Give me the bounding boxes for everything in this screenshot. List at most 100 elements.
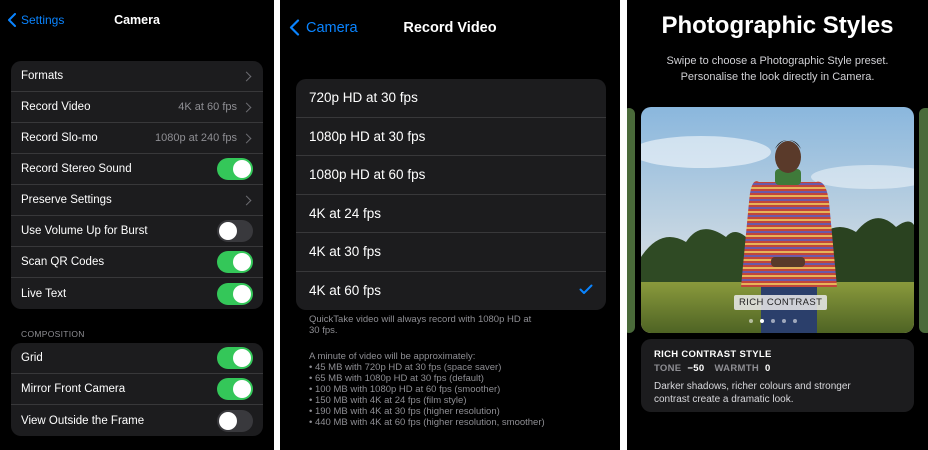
toggle-switch[interactable] bbox=[217, 409, 253, 432]
size-list-item: • 45 MB with 720p HD at 30 fps (space sa… bbox=[309, 362, 502, 373]
settings-row-formats[interactable]: Formats bbox=[11, 61, 263, 92]
size-list-item: • 65 MB with 1080p HD at 30 fps (default… bbox=[309, 373, 484, 384]
toggle-switch[interactable] bbox=[217, 347, 253, 369]
toggle-switch[interactable] bbox=[217, 282, 253, 305]
settings-row-record-stereo-sound[interactable]: Record Stereo Sound bbox=[11, 154, 263, 185]
checkmark-icon bbox=[579, 282, 593, 299]
format-option-720p-hd-at-30-fps[interactable]: 720p HD at 30 fps bbox=[296, 79, 606, 118]
option-label: 1080p HD at 30 fps bbox=[309, 128, 426, 144]
toggle-knob bbox=[233, 253, 251, 271]
size-list-item: • 440 MB with 4K at 60 fps (higher resol… bbox=[309, 417, 545, 428]
toggle-switch[interactable] bbox=[217, 158, 253, 180]
option-label: 4K at 60 fps bbox=[309, 283, 382, 299]
video-format-list: 720p HD at 30 fps 1080p HD at 30 fps 1080p… bbox=[296, 79, 606, 310]
toggle-knob bbox=[219, 222, 237, 240]
page-dot[interactable] bbox=[760, 319, 764, 323]
toggle-knob bbox=[233, 160, 251, 178]
page-title: Photographic Styles bbox=[661, 12, 894, 39]
chevron-right-icon bbox=[241, 71, 252, 81]
format-option-1080p-hd-at-30-fps[interactable]: 1080p HD at 30 fps bbox=[296, 118, 606, 156]
format-option-4k-at-30-fps[interactable]: 4K at 30 fps bbox=[296, 233, 606, 272]
toggle-knob bbox=[233, 349, 251, 367]
warmth-value: 0 bbox=[764, 363, 771, 374]
subtitle-line: Personalise the look directly in Camera. bbox=[680, 71, 875, 83]
style-parameters: TONE −50 WARMTH 0 bbox=[654, 363, 781, 374]
chevron-right-icon bbox=[241, 133, 252, 143]
toggle-switch[interactable] bbox=[217, 220, 253, 242]
toggle-knob bbox=[233, 284, 251, 303]
settings-row-preserve-settings[interactable]: Preserve Settings bbox=[11, 185, 263, 216]
row-label: Record Slo-mo bbox=[21, 132, 98, 144]
page-dot[interactable] bbox=[793, 319, 797, 323]
subtitle-line: Swipe to choose a Photographic Style pre… bbox=[666, 55, 889, 67]
row-label: Preserve Settings bbox=[21, 194, 112, 206]
row-label: Scan QR Codes bbox=[21, 256, 105, 268]
record-video-screen: Camera Record Video 720p HD at 30 fps 108… bbox=[280, 0, 620, 450]
quicktake-note: QuickTake video will always record with … bbox=[309, 314, 599, 336]
size-list: • 45 MB with 720p HD at 30 fps (space sa… bbox=[309, 362, 599, 428]
toggle-switch[interactable] bbox=[217, 251, 253, 273]
row-label: Live Text bbox=[21, 287, 67, 300]
format-option-1080p-hd-at-60-fps[interactable]: 1080p HD at 60 fps bbox=[296, 156, 606, 195]
tone-value: −50 bbox=[687, 363, 705, 374]
tone-label: TONE bbox=[654, 363, 682, 374]
warmth-label: WARMTH bbox=[714, 363, 759, 374]
description-line: Darker shadows, richer colours and stron… bbox=[654, 381, 851, 392]
toggle-knob bbox=[233, 380, 251, 398]
size-list-item: • 190 MB with 4K at 30 fps (higher resol… bbox=[309, 406, 500, 417]
settings-row-use-volume-up-for-burst[interactable]: Use Volume Up for Burst bbox=[11, 216, 263, 247]
option-label: 720p HD at 30 fps bbox=[309, 90, 418, 106]
page-dot[interactable] bbox=[749, 319, 753, 323]
format-option-4k-at-60-fps[interactable]: 4K at 60 fps bbox=[296, 272, 606, 311]
row-label: View Outside the Frame bbox=[21, 414, 145, 427]
camera-settings-screen: Settings Camera Formats Record Video 4K at… bbox=[0, 0, 274, 450]
size-list-item: • 150 MB with 4K at 24 fps (film style) bbox=[309, 395, 467, 406]
row-label: Record Video bbox=[21, 101, 91, 113]
composition-section-header: COMPOSITION bbox=[21, 329, 85, 339]
settings-row-live-text[interactable]: Live Text bbox=[11, 278, 263, 309]
settings-row-grid[interactable]: Grid bbox=[11, 343, 263, 374]
page-indicator[interactable] bbox=[749, 319, 797, 323]
description-line: contrast create a dramatic look. bbox=[654, 394, 794, 405]
style-description: Darker shadows, richer colours and stron… bbox=[654, 380, 851, 406]
option-label: 4K at 24 fps bbox=[309, 205, 382, 221]
row-label: Grid bbox=[21, 352, 43, 364]
page-title: Record Video bbox=[403, 20, 497, 36]
option-label: 4K at 30 fps bbox=[309, 244, 382, 260]
composition-settings-group: Grid Mirror Front Camera View Outside the … bbox=[11, 343, 263, 436]
page-title: Camera bbox=[114, 13, 160, 27]
format-option-4k-at-24-fps[interactable]: 4K at 24 fps bbox=[296, 195, 606, 233]
page-dot[interactable] bbox=[771, 319, 775, 323]
camera-settings-group: Formats Record Video 4K at 60 fps Record Sl… bbox=[11, 61, 263, 309]
settings-row-record-slo-mo[interactable]: Record Slo-mo 1080p at 240 fps bbox=[11, 123, 263, 154]
file-size-info: A minute of video will be approximately:… bbox=[309, 351, 599, 428]
settings-row-view-outside-the-frame[interactable]: View Outside the Frame bbox=[11, 405, 263, 436]
previous-style-card[interactable] bbox=[627, 108, 635, 333]
row-label: Formats bbox=[21, 70, 64, 82]
style-info-card: RICH CONTRAST STYLE TONE −50 WARMTH 0 Darke… bbox=[641, 339, 914, 412]
option-label: 1080p HD at 60 fps bbox=[309, 167, 426, 183]
style-label-chip: RICH CONTRAST bbox=[734, 295, 828, 310]
note-line: 30 fps. bbox=[309, 325, 338, 336]
settings-row-scan-qr-codes[interactable]: Scan QR Codes bbox=[11, 247, 263, 278]
row-label: Record Stereo Sound bbox=[21, 163, 132, 175]
style-preview-photo[interactable]: RICH CONTRAST bbox=[641, 107, 914, 333]
row-label: Use Volume Up for Burst bbox=[21, 225, 148, 237]
row-value: 4K at 60 fps bbox=[178, 101, 237, 113]
size-intro: A minute of video will be approximately: bbox=[309, 351, 476, 362]
toggle-switch[interactable] bbox=[217, 378, 253, 400]
settings-row-record-video[interactable]: Record Video 4K at 60 fps bbox=[11, 92, 263, 123]
photographic-styles-screen: Photographic Styles Swipe to choose a Ph… bbox=[627, 0, 928, 450]
row-label: Mirror Front Camera bbox=[21, 383, 126, 395]
size-list-item: • 100 MB with 1080p HD at 60 fps (smooth… bbox=[309, 384, 501, 395]
page-dot[interactable] bbox=[782, 319, 786, 323]
settings-row-mirror-front-camera[interactable]: Mirror Front Camera bbox=[11, 374, 263, 405]
navigation-bar: Settings Camera bbox=[0, 0, 274, 42]
style-name: RICH CONTRAST STYLE bbox=[654, 349, 772, 360]
chevron-right-icon bbox=[241, 102, 252, 112]
subtitle: Swipe to choose a Photographic Style pre… bbox=[627, 53, 928, 85]
row-value: 1080p at 240 fps bbox=[155, 132, 237, 144]
note-line: QuickTake video will always record with … bbox=[309, 314, 532, 325]
toggle-knob bbox=[219, 411, 237, 430]
next-style-card[interactable] bbox=[919, 108, 928, 333]
